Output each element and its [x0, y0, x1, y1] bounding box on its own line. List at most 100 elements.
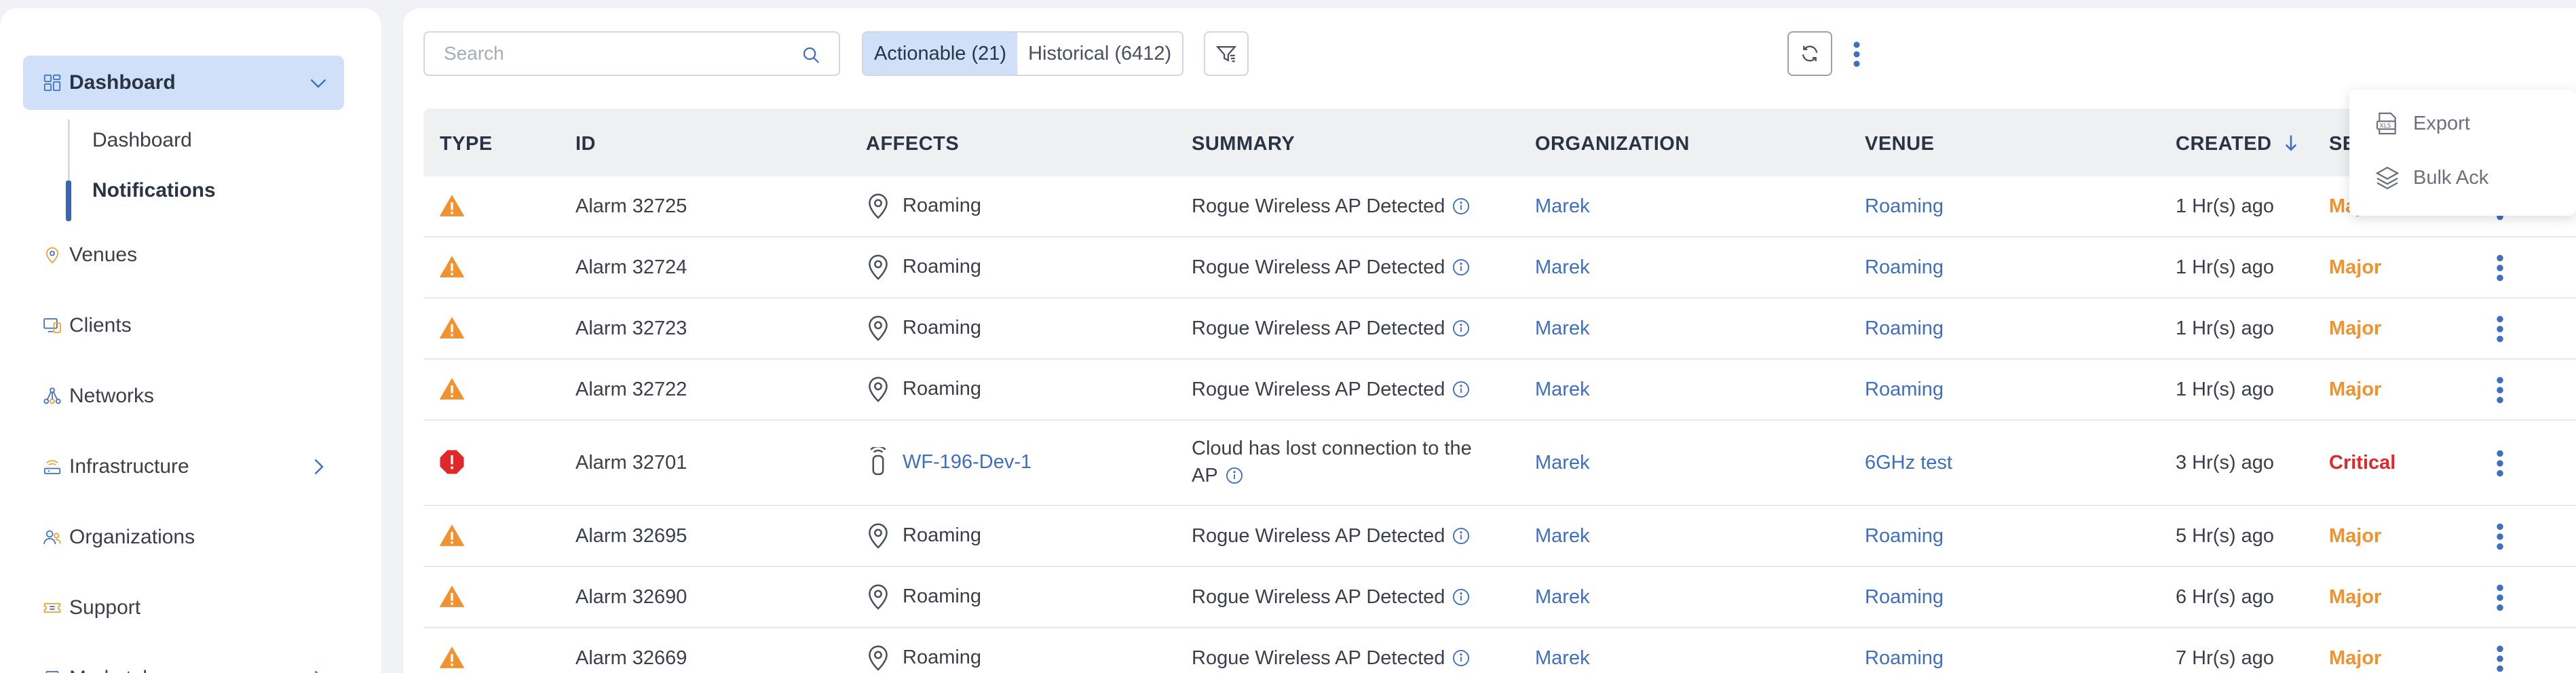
- column-header-organization[interactable]: ORGANIZATION: [1535, 133, 1690, 155]
- venue-link[interactable]: Roaming: [1865, 586, 1944, 609]
- table-row[interactable]: Alarm 32669 Roaming Rogue Wireless AP Dete…: [423, 628, 2576, 673]
- kebab-menu-icon: [2497, 450, 2503, 477]
- organization-link[interactable]: Marek: [1535, 647, 1590, 670]
- type-cell: [438, 314, 466, 347]
- info-icon[interactable]: [1452, 197, 1471, 216]
- ticket-icon: [23, 593, 62, 623]
- refresh-button[interactable]: [1787, 31, 1832, 76]
- table-row[interactable]: Alarm 32695 Roaming Rogue Wireless AP Dete…: [423, 506, 2576, 567]
- menu-item-export[interactable]: XLS Export: [2374, 110, 2470, 137]
- table-row[interactable]: Alarm 32723 Roaming Rogue Wireless AP Dete…: [423, 299, 2576, 360]
- menu-item-bulk-ack[interactable]: Bulk Ack: [2374, 164, 2488, 191]
- info-icon[interactable]: [1225, 466, 1244, 485]
- column-header-venue[interactable]: VENUE: [1865, 133, 1934, 155]
- summary-cell: Rogue Wireless AP Detected: [1192, 195, 1471, 218]
- more-actions-menu: XLS Export Bulk Ack: [2349, 90, 2576, 216]
- summary-cell: Rogue Wireless AP Detected: [1192, 586, 1471, 609]
- column-header-id[interactable]: ID: [575, 133, 596, 155]
- warning-triangle-icon: [439, 647, 465, 668]
- sidebar-item-marketplace[interactable]: Marketplace: [23, 651, 344, 673]
- access-point-icon: [23, 452, 62, 482]
- alarm-id: Alarm 32695: [575, 525, 687, 547]
- summary-cell: Rogue Wireless AP Detected: [1192, 256, 1471, 279]
- more-actions-button[interactable]: [1843, 35, 1870, 73]
- chevron-right-icon[interactable]: [306, 455, 330, 479]
- info-icon[interactable]: [1452, 258, 1471, 277]
- organization-link[interactable]: Marek: [1535, 379, 1590, 401]
- type-cell: [438, 192, 466, 225]
- users-icon: [23, 522, 62, 552]
- table-row[interactable]: Alarm 32722 Roaming Rogue Wireless AP Dete…: [423, 360, 2576, 421]
- search-input[interactable]: [425, 43, 791, 64]
- row-actions-button[interactable]: [2493, 522, 2507, 557]
- filter-button[interactable]: [1204, 31, 1249, 76]
- venue-link[interactable]: Roaming: [1865, 195, 1944, 218]
- venue-link[interactable]: Roaming: [1865, 256, 1944, 279]
- summary-text: Rogue Wireless AP Detected: [1192, 586, 1445, 608]
- row-actions-button[interactable]: [2493, 314, 2507, 349]
- tab-historical[interactable]: Historical (6412): [1017, 33, 1183, 75]
- chevron-down-icon[interactable]: [306, 71, 330, 95]
- chevron-right-icon[interactable]: [306, 666, 330, 673]
- column-header-affects[interactable]: AFFECTS: [866, 133, 959, 155]
- sidebar-item-clients[interactable]: Clients: [23, 299, 344, 353]
- affects-value[interactable]: WF-196-Dev-1: [903, 451, 1031, 474]
- sidebar-item-support[interactable]: Support: [23, 581, 344, 635]
- created-time: 6 Hr(s) ago: [2176, 586, 2275, 608]
- venue-link[interactable]: Roaming: [1865, 318, 1944, 340]
- organization-link[interactable]: Marek: [1535, 586, 1590, 609]
- organization-link[interactable]: Marek: [1535, 525, 1590, 547]
- tab-actionable[interactable]: Actionable (21): [863, 33, 1018, 75]
- organization-link[interactable]: Marek: [1535, 452, 1590, 474]
- warning-triangle-icon: [439, 195, 465, 216]
- column-header-summary[interactable]: SUMMARY: [1192, 133, 1295, 155]
- affects-cell: WF-196-Dev-1: [866, 447, 1031, 477]
- warning-triangle-icon: [439, 317, 465, 339]
- menu-item-label: Bulk Ack: [2413, 166, 2489, 189]
- alarm-id: Alarm 32724: [575, 256, 687, 278]
- column-header-type[interactable]: TYPE: [440, 133, 493, 155]
- info-icon[interactable]: [1452, 380, 1471, 399]
- venue-link[interactable]: Roaming: [1865, 525, 1944, 547]
- layers-icon: [2375, 166, 2400, 190]
- sidebar-item-label: Dashboard: [69, 71, 176, 94]
- affects-cell: Roaming: [866, 642, 981, 672]
- table-row[interactable]: Alarm 32724 Roaming Rogue Wireless AP Dete…: [423, 237, 2576, 299]
- organization-link[interactable]: Marek: [1535, 318, 1590, 340]
- type-cell: [438, 583, 466, 615]
- table-row[interactable]: Alarm 32701 WF-196-Dev-1 Cloud has lost co…: [423, 421, 2576, 506]
- affects-cell: Roaming: [866, 581, 981, 611]
- sidebar-item-dashboard[interactable]: Dashboard: [23, 56, 344, 110]
- info-icon[interactable]: [1452, 649, 1471, 668]
- alarm-id: Alarm 32723: [575, 318, 687, 339]
- sort-descending-icon[interactable]: [2284, 134, 2298, 152]
- venue-link[interactable]: 6GHz test: [1865, 452, 1952, 474]
- info-icon[interactable]: [1452, 319, 1471, 338]
- critical-alert-icon: [440, 450, 464, 474]
- sidebar-subitem-notifications[interactable]: Notifications: [92, 179, 216, 202]
- search-icon[interactable]: [801, 45, 821, 65]
- column-header-created[interactable]: CREATED: [2176, 133, 2298, 155]
- info-icon[interactable]: [1452, 588, 1471, 607]
- organization-link[interactable]: Marek: [1535, 195, 1590, 218]
- table-row[interactable]: Alarm 32690 Roaming Rogue Wireless AP Dete…: [423, 567, 2576, 628]
- table-row[interactable]: Alarm 32725 Roaming Rogue Wireless AP Dete…: [423, 176, 2576, 237]
- sidebar-item-organizations[interactable]: Organizations: [23, 510, 344, 564]
- venue-link[interactable]: Roaming: [1865, 647, 1944, 670]
- row-actions-button[interactable]: [2493, 253, 2507, 288]
- row-actions-button[interactable]: [2493, 644, 2507, 673]
- sidebar-item-infrastructure[interactable]: Infrastructure: [23, 440, 344, 494]
- affects-value: Roaming: [903, 524, 982, 546]
- row-actions-button[interactable]: [2493, 583, 2507, 618]
- sidebar-subitem-dashboard[interactable]: Dashboard: [92, 129, 192, 152]
- organization-link[interactable]: Marek: [1535, 256, 1590, 279]
- venue-link[interactable]: Roaming: [1865, 379, 1944, 401]
- info-icon[interactable]: [1452, 526, 1471, 545]
- sidebar-item-venues[interactable]: Venues: [23, 228, 344, 282]
- sidebar-item-networks[interactable]: Networks: [23, 369, 344, 423]
- xls-file-icon: XLS: [2376, 112, 2396, 135]
- row-actions-button[interactable]: [2493, 448, 2507, 484]
- row-actions-button[interactable]: [2493, 375, 2507, 410]
- summary-text: Rogue Wireless AP Detected: [1192, 379, 1445, 400]
- affects-cell: Roaming: [866, 313, 981, 343]
